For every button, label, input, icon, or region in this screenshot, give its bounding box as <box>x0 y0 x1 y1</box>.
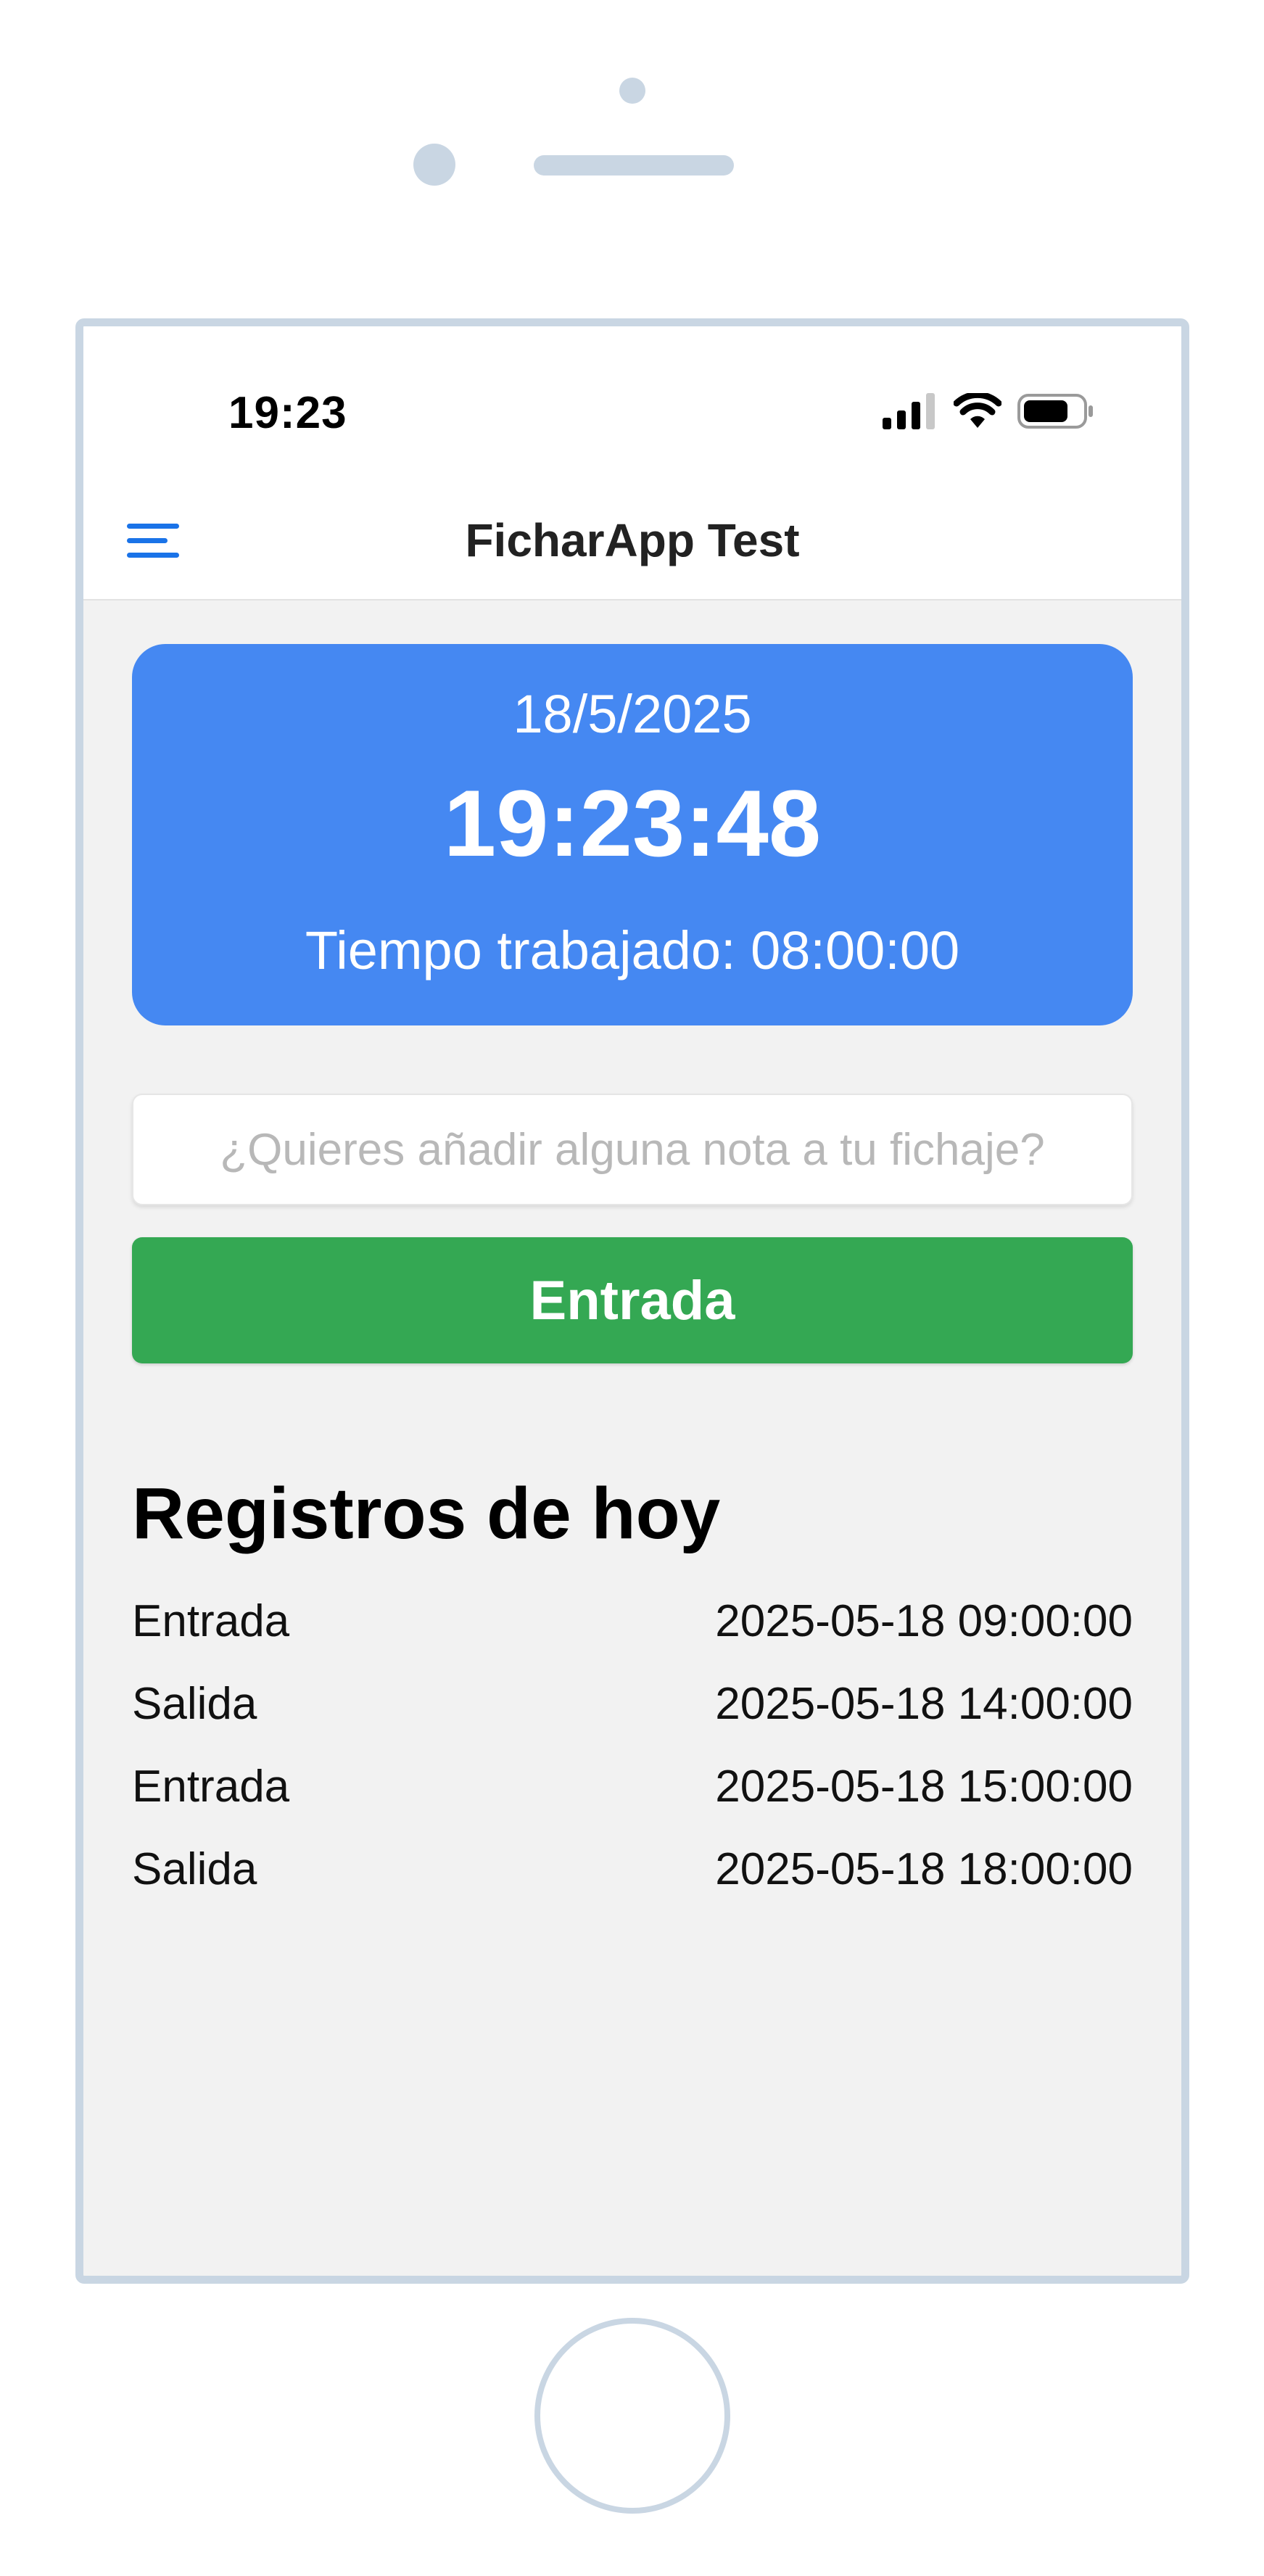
record-row: Salida 2025-05-18 14:00:00 <box>132 1662 1133 1745</box>
records-title: Registros de hoy <box>132 1473 721 1554</box>
phone-mockup: 19:23 FicharApp Test 18/5/2025 19:23:48 … <box>0 0 1264 2576</box>
record-type: Salida <box>132 1678 257 1729</box>
records-list: Entrada 2025-05-18 09:00:00 Salida 2025-… <box>132 1580 1133 1910</box>
worked-time: Tiempo trabajado: 08:00:00 <box>305 920 960 981</box>
proximity-sensor <box>619 78 645 104</box>
record-type: Entrada <box>132 1761 290 1812</box>
earpiece-speaker <box>534 155 734 176</box>
clock-in-button[interactable]: Entrada <box>132 1237 1133 1363</box>
status-bar: 19:23 <box>83 326 1181 479</box>
record-timestamp: 2025-05-18 14:00:00 <box>715 1678 1133 1729</box>
current-time: 19:23:48 <box>443 770 822 876</box>
status-icons <box>883 393 1094 429</box>
clock-card: 18/5/2025 19:23:48 Tiempo trabajado: 08:… <box>132 644 1133 1025</box>
record-row: Salida 2025-05-18 18:00:00 <box>132 1828 1133 1910</box>
status-time: 19:23 <box>228 388 347 438</box>
app-title: FicharApp Test <box>465 514 800 566</box>
note-input[interactable] <box>132 1094 1133 1205</box>
wifi-icon <box>954 393 1001 428</box>
record-row: Entrada 2025-05-18 09:00:00 <box>132 1580 1133 1662</box>
record-type: Salida <box>132 1844 257 1894</box>
front-camera <box>413 144 455 186</box>
record-timestamp: 2025-05-18 09:00:00 <box>715 1595 1133 1646</box>
home-button[interactable] <box>534 2318 730 2514</box>
battery-icon <box>1017 394 1093 429</box>
record-row: Entrada 2025-05-18 15:00:00 <box>132 1745 1133 1828</box>
record-timestamp: 2025-05-18 18:00:00 <box>715 1844 1133 1894</box>
current-date: 18/5/2025 <box>513 684 752 744</box>
cellular-signal-icon <box>883 393 935 429</box>
navigation-bar: FicharApp Test <box>83 479 1181 600</box>
record-type: Entrada <box>132 1595 290 1646</box>
phone-screen: 19:23 FicharApp Test 18/5/2025 19:23:48 … <box>75 318 1189 2284</box>
record-timestamp: 2025-05-18 15:00:00 <box>715 1761 1133 1812</box>
